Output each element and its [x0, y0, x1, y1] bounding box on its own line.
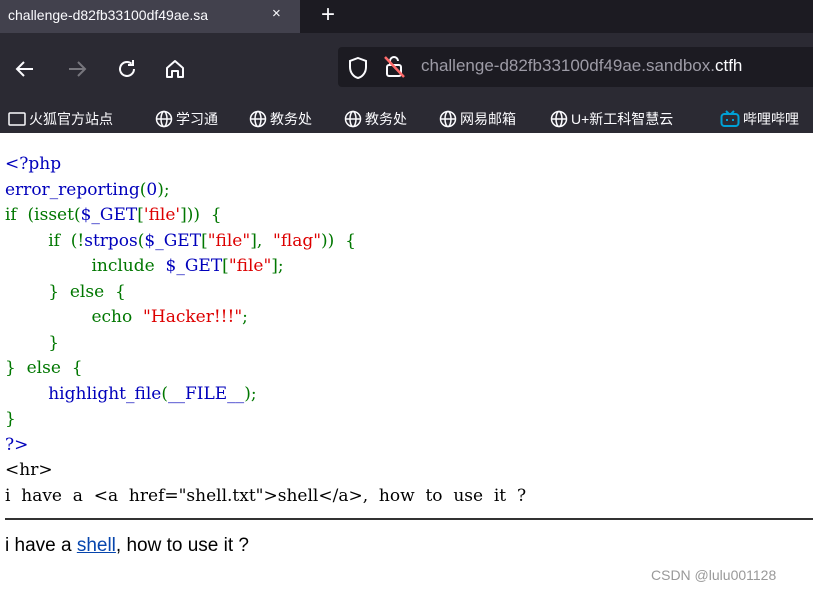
code-line: include $_GET["file"]; — [5, 254, 526, 280]
bookmark-label: 学习通 — [176, 111, 218, 127]
insecure-lock-icon[interactable] — [384, 55, 406, 84]
code-line: echo "Hacker!!!"; — [5, 305, 526, 331]
code-token: include — [5, 256, 166, 276]
code-token: "Hacker!!!" — [143, 307, 243, 327]
reload-icon[interactable] — [116, 58, 138, 86]
code-token: ; — [242, 307, 248, 327]
code-token: i have a <a href="shell.txt">shell</a>, … — [5, 485, 527, 506]
horizontal-rule — [5, 518, 813, 520]
new-tab-button[interactable]: + — [321, 0, 335, 30]
code-token: 'file' — [143, 205, 181, 225]
code-token: <hr> — [5, 460, 53, 480]
code-token: "flag" — [273, 230, 322, 251]
code-token: $_GET — [165, 256, 223, 276]
code-token: [ — [222, 256, 229, 276]
code-line: <hr> — [5, 458, 526, 484]
watermark: CSDN @lulu001128 — [651, 567, 777, 583]
bookmark-item[interactable]: U+新工科智慧云 — [550, 109, 673, 129]
code-token: if (isset( — [5, 205, 81, 225]
shell-link[interactable]: shell — [77, 535, 116, 556]
globe-icon — [155, 110, 173, 128]
highlighted-source: <?php error_reporting(0); if (isset($_GET[… — [5, 152, 526, 509]
url-domain: ctfh — [714, 56, 743, 75]
close-icon[interactable]: × — [272, 5, 281, 22]
bookmark-label: 网易邮箱 — [460, 111, 516, 127]
tab-title: challenge-d82fb33100df49ae.sa — [8, 7, 209, 23]
bookmark-label: 教务处 — [365, 111, 407, 127]
code-token: ]; — [271, 256, 284, 276]
home-icon[interactable] — [164, 58, 186, 86]
url-text: challenge-d82fb33100df49ae.sandbox.ctfh — [421, 56, 742, 76]
folder-icon — [8, 112, 26, 126]
globe-icon — [550, 110, 568, 128]
browser-tab[interactable]: challenge-d82fb33100df49ae.sa × — [0, 0, 300, 33]
code-token: ); — [244, 383, 257, 404]
nav-toolbar: challenge-d82fb33100df49ae.sandbox.ctfh — [0, 33, 813, 105]
bookmark-item[interactable]: 哔哩哔哩 — [720, 109, 799, 129]
bookmark-item[interactable]: 火狐官方站点 — [8, 109, 113, 129]
forward-icon[interactable] — [66, 58, 88, 86]
code-line: highlight_file(__FILE__); — [5, 382, 526, 408]
code-line: if (isset($_GET['file'])) { — [5, 203, 526, 229]
bookmarks-toolbar: 火狐官方站点 学习通 教务处 教务处 网易邮箱 U+新工科智慧云 哔哩哔哩 — [0, 105, 813, 133]
code-token: ); — [157, 179, 170, 200]
bookmark-label: 哔哩哔哩 — [743, 111, 799, 127]
code-token: $_GET — [80, 205, 138, 225]
code-token: ( — [161, 383, 168, 404]
code-token: } — [5, 409, 16, 429]
text-after-link: , how to use it ? — [115, 535, 249, 556]
code-token: "file" — [207, 230, 251, 251]
code-line: } else { — [5, 356, 526, 382]
code-token: )) { — [321, 230, 356, 251]
code-token: if (! — [5, 230, 85, 251]
code-token: ?> — [5, 434, 29, 455]
code-token: highlight_file — [48, 383, 162, 404]
code-line: if (!strpos($_GET["file"], "flag")) { — [5, 229, 526, 255]
code-token: error_reporting — [5, 179, 140, 200]
bookmark-item[interactable]: 教务处 — [249, 109, 312, 129]
code-token: echo — [5, 307, 144, 327]
bookmark-label: 火狐官方站点 — [29, 111, 113, 127]
code-line: } else { — [5, 280, 526, 306]
code-line: } — [5, 407, 526, 433]
code-token: 0 — [146, 179, 158, 200]
code-token: $_GET — [144, 230, 202, 251]
code-line: i have a <a href="shell.txt">shell</a>, … — [5, 484, 526, 510]
bookmark-label: 教务处 — [270, 111, 312, 127]
bookmark-item[interactable]: 学习通 — [155, 109, 218, 129]
code-token: __FILE__ — [167, 383, 245, 404]
globe-icon — [249, 110, 267, 128]
globe-icon — [344, 110, 362, 128]
tab-bar: challenge-d82fb33100df49ae.sa × + — [0, 0, 813, 33]
globe-icon — [439, 110, 457, 128]
url-bar[interactable]: challenge-d82fb33100df49ae.sandbox.ctfh — [338, 47, 813, 87]
code-token: strpos — [84, 230, 138, 251]
code-token: <?php — [5, 154, 62, 174]
code-token: } else { — [5, 358, 83, 378]
shield-icon[interactable] — [348, 56, 368, 84]
code-token: "file" — [228, 256, 272, 276]
code-token: } — [5, 332, 60, 353]
code-line: } — [5, 331, 526, 357]
url-prefix: challenge-d82fb33100df49ae.sandbox. — [421, 56, 715, 75]
code-line: <?php — [5, 152, 526, 178]
bilibili-icon — [720, 110, 740, 127]
bookmark-label: U+新工科智慧云 — [571, 111, 674, 127]
code-token: [ — [137, 205, 144, 225]
code-line: error_reporting(0); — [5, 178, 526, 204]
code-token: ])) { — [180, 205, 222, 225]
back-icon[interactable] — [14, 58, 36, 86]
bookmark-item[interactable]: 教务处 — [344, 109, 407, 129]
page-text: i have a shell, how to use it ? — [5, 535, 249, 557]
code-token: } else { — [5, 281, 126, 302]
bookmark-item[interactable]: 网易邮箱 — [439, 109, 516, 129]
code-token: [ — [201, 230, 208, 251]
code-token: ], — [250, 230, 274, 251]
code-line: ?> — [5, 433, 526, 459]
text-before-link: i have a — [5, 535, 77, 556]
